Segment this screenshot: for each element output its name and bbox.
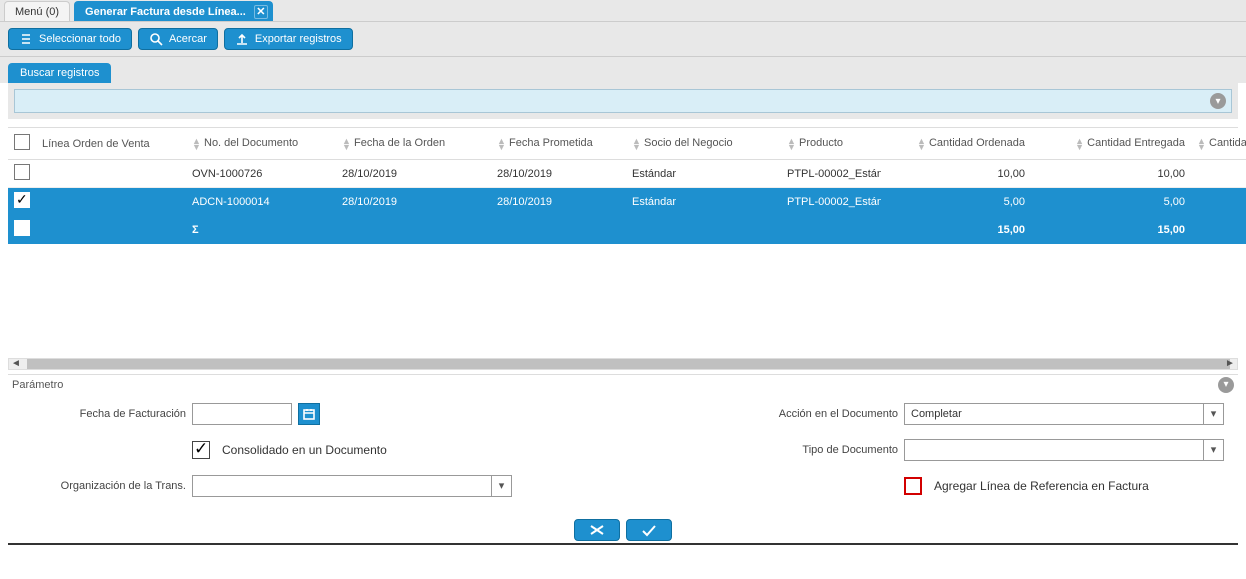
header-product[interactable]: ▲▼Producto bbox=[781, 128, 881, 160]
cell-partner: Estándar bbox=[626, 160, 781, 188]
row-checkbox[interactable] bbox=[14, 220, 30, 236]
search-tab-label: Buscar registros bbox=[20, 67, 99, 79]
cell-doc-no: ADCN-1000014 bbox=[186, 188, 336, 216]
scroll-thumb[interactable] bbox=[27, 359, 1230, 369]
table-row[interactable]: ADCN-100001428/10/201928/10/2019Estándar… bbox=[8, 188, 1246, 216]
cell-promised-date: 28/10/2019 bbox=[491, 188, 626, 216]
consolidate-checkbox[interactable] bbox=[192, 441, 210, 459]
export-label: Exportar registros bbox=[255, 33, 342, 45]
header-doc-no[interactable]: ▲▼No. del Documento bbox=[186, 128, 336, 160]
confirm-button[interactable] bbox=[626, 519, 672, 541]
org-select[interactable]: ▾ bbox=[192, 475, 512, 497]
cell-qty-delivered: 5,00 bbox=[1031, 188, 1191, 216]
calendar-icon[interactable] bbox=[298, 403, 320, 425]
cell-product: PTPL-00002_Estándar bbox=[781, 160, 881, 188]
consolidate-label: Consolidado en un Documento bbox=[222, 443, 387, 457]
result-grid: Línea Orden de Venta ▲▼No. del Documento… bbox=[8, 127, 1238, 244]
export-icon bbox=[235, 32, 249, 46]
doc-type-select[interactable]: ▾ bbox=[904, 439, 1224, 461]
toolbar: Seleccionar todo Acercar Exportar regist… bbox=[0, 22, 1246, 57]
cell-total-delivered: 15,00 bbox=[1031, 216, 1191, 244]
header-qty-delivered[interactable]: ▲▼Cantidad Entregada bbox=[1031, 128, 1191, 160]
close-tab-icon[interactable]: ✕ bbox=[254, 5, 268, 19]
add-reference-checkbox[interactable] bbox=[904, 477, 922, 495]
chevron-down-icon: ▾ bbox=[491, 476, 511, 496]
parameter-title: Parámetro bbox=[12, 379, 63, 391]
header-qty-invoiced[interactable]: ▲▼Cantidad I bbox=[1191, 128, 1246, 160]
list-icon bbox=[19, 32, 33, 46]
header-checkbox[interactable] bbox=[8, 128, 36, 160]
header-qty-ordered[interactable]: ▲▼Cantidad Ordenada bbox=[881, 128, 1031, 160]
add-reference-label: Agregar Línea de Referencia en Factura bbox=[934, 479, 1149, 493]
select-all-button[interactable]: Seleccionar todo bbox=[8, 28, 132, 50]
cancel-button[interactable] bbox=[574, 519, 620, 541]
chevron-down-icon: ▾ bbox=[1203, 404, 1223, 424]
invoice-date-label: Fecha de Facturación bbox=[12, 408, 192, 420]
search-tab[interactable]: Buscar registros bbox=[8, 63, 111, 83]
tab-generate-invoice[interactable]: Generar Factura desde Línea... ✕ bbox=[74, 1, 273, 21]
collapse-search-icon[interactable]: ▾ bbox=[1210, 93, 1226, 109]
cell-order-date: 28/10/2019 bbox=[336, 188, 491, 216]
doc-action-value: Completar bbox=[911, 408, 962, 420]
collapse-parameter-icon[interactable]: ▾ bbox=[1218, 377, 1234, 393]
doc-action-label: Acción en el Documento bbox=[754, 408, 904, 420]
cell-partner: Estándar bbox=[626, 188, 781, 216]
chevron-down-icon: ▾ bbox=[1203, 440, 1223, 460]
cell-qty-ordered: 10,00 bbox=[881, 160, 1031, 188]
page-bottom-line bbox=[8, 543, 1238, 545]
tab-active-label: Generar Factura desde Línea... bbox=[85, 2, 246, 22]
row-checkbox[interactable] bbox=[14, 192, 30, 208]
cell-qty-ordered: 5,00 bbox=[881, 188, 1031, 216]
parameter-panel: Parámetro ▾ Fecha de Facturación Acción … bbox=[8, 374, 1238, 515]
magnify-icon bbox=[149, 32, 163, 46]
scroll-left-icon[interactable]: ◄ bbox=[9, 358, 23, 370]
org-label: Organización de la Trans. bbox=[12, 480, 192, 492]
check-icon bbox=[640, 523, 658, 537]
select-all-label: Seleccionar todo bbox=[39, 33, 121, 45]
header-sale-line[interactable]: Línea Orden de Venta bbox=[36, 128, 186, 160]
search-band: ▾ bbox=[8, 83, 1238, 119]
grid-horizontal-scrollbar[interactable]: ◄ ► bbox=[8, 358, 1238, 370]
cell-order-date: 28/10/2019 bbox=[336, 160, 491, 188]
cell-doc-no: OVN-1000726 bbox=[186, 160, 336, 188]
header-promised-date[interactable]: ▲▼Fecha Prometida bbox=[491, 128, 626, 160]
cell-total-ordered: 15,00 bbox=[881, 216, 1031, 244]
dialog-footer bbox=[0, 519, 1246, 543]
zoom-button[interactable]: Acercar bbox=[138, 28, 218, 50]
zoom-label: Acercar bbox=[169, 33, 207, 45]
row-checkbox[interactable] bbox=[14, 164, 30, 180]
header-partner[interactable]: ▲▼Socio del Negocio bbox=[626, 128, 781, 160]
table-row[interactable]: OVN-100072628/10/201928/10/2019EstándarP… bbox=[8, 160, 1246, 188]
tab-menu-label: Menú (0) bbox=[15, 6, 59, 18]
cell-qty-delivered: 10,00 bbox=[1031, 160, 1191, 188]
search-area: Buscar registros bbox=[0, 57, 1246, 83]
tab-strip: Menú (0) Generar Factura desde Línea... … bbox=[0, 0, 1246, 22]
cell-promised-date: 28/10/2019 bbox=[491, 160, 626, 188]
scroll-right-icon[interactable]: ► bbox=[1223, 358, 1237, 370]
header-order-date[interactable]: ▲▼Fecha de la Orden bbox=[336, 128, 491, 160]
doc-type-label: Tipo de Documento bbox=[754, 444, 904, 456]
close-icon bbox=[588, 523, 606, 537]
export-button[interactable]: Exportar registros bbox=[224, 28, 353, 50]
grid-header-row: Línea Orden de Venta ▲▼No. del Documento… bbox=[8, 128, 1246, 160]
cell-sigma: Σ bbox=[186, 216, 336, 244]
table-totals-row: Σ 15,0015,00 bbox=[8, 216, 1246, 244]
doc-action-select[interactable]: Completar ▾ bbox=[904, 403, 1224, 425]
tab-menu[interactable]: Menú (0) bbox=[4, 1, 70, 21]
cell-product: PTPL-00002_Estándar bbox=[781, 188, 881, 216]
invoice-date-input[interactable] bbox=[192, 403, 292, 425]
search-input[interactable] bbox=[14, 89, 1232, 113]
